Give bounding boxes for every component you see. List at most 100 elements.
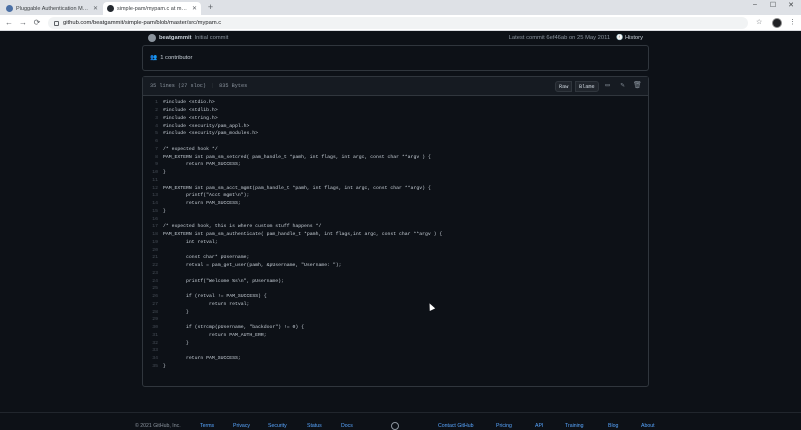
code-line: 26 if (retval != PAM_SUCCESS) { — [143, 293, 648, 301]
line-number[interactable]: 28 — [143, 310, 163, 315]
code-text: return PAM_SUCCESS; — [163, 356, 241, 362]
line-number[interactable]: 33 — [143, 348, 163, 353]
line-number[interactable]: 7 — [143, 147, 163, 152]
close-tab-icon[interactable]: ✕ — [93, 5, 98, 12]
reload-button[interactable]: ⟳ — [32, 18, 42, 28]
raw-button[interactable]: Raw — [555, 81, 573, 92]
committer-avatar[interactable] — [148, 34, 156, 42]
line-number[interactable]: 3 — [143, 116, 163, 121]
footer-link-status[interactable]: Status — [307, 423, 322, 429]
line-number[interactable]: 25 — [143, 286, 163, 291]
line-number[interactable]: 5 — [143, 131, 163, 136]
line-number[interactable]: 14 — [143, 201, 163, 206]
line-number[interactable]: 35 — [143, 364, 163, 369]
blame-button[interactable]: Blame — [575, 81, 599, 92]
history-label: History — [624, 35, 643, 41]
line-number[interactable]: 10 — [143, 170, 163, 175]
bookmark-star-icon[interactable]: ☆ — [756, 18, 762, 26]
code-text: #include <security/pam_appl.h> — [163, 123, 250, 129]
close-tab-icon[interactable]: ✕ — [192, 5, 197, 12]
line-number[interactable]: 17 — [143, 224, 163, 229]
line-number[interactable]: 29 — [143, 317, 163, 322]
footer-link-training[interactable]: Training — [565, 423, 584, 429]
latest-commit-bar: beatgammit Initial commit Latest commit … — [142, 31, 649, 45]
line-number[interactable]: 19 — [143, 240, 163, 245]
line-number[interactable]: 15 — [143, 209, 163, 214]
line-number[interactable]: 4 — [143, 124, 163, 129]
line-number[interactable]: 13 — [143, 193, 163, 198]
footer-link-privacy[interactable]: Privacy — [233, 423, 250, 429]
line-number[interactable]: 32 — [143, 341, 163, 346]
file-header: 35 lines (27 sloc) | 835 Bytes Raw Blame… — [143, 77, 648, 96]
footer-link-contact[interactable]: Contact GitHub — [438, 423, 473, 429]
code-text: if (strcmp(pUsername, "backdoor") != 0) … — [163, 325, 305, 331]
line-number[interactable]: 12 — [143, 186, 163, 191]
code-text: PAM_EXTERN int pam_sm_authenticate( pam_… — [163, 232, 443, 238]
footer-link-blog[interactable]: Blog — [608, 423, 618, 429]
line-number[interactable]: 23 — [143, 271, 163, 276]
line-number[interactable]: 18 — [143, 232, 163, 237]
address-bar[interactable]: github.com/beatgammit/simple-pam/blob/ma… — [48, 17, 748, 29]
maximize-button[interactable]: ☐ — [766, 1, 780, 9]
history-link[interactable]: 🕘 History — [616, 35, 643, 41]
code-line: 4 #include <security/pam_appl.h> — [143, 122, 648, 130]
footer-link-terms[interactable]: Terms — [200, 423, 214, 429]
line-number[interactable]: 22 — [143, 263, 163, 268]
forward-button[interactable]: → — [18, 18, 28, 28]
code-text: printf("Welcome %s\n", pUsername); — [163, 278, 284, 284]
latest-commit-text[interactable]: Latest commit 6ef46ab on 25 May 2011 — [509, 35, 610, 41]
line-number[interactable]: 31 — [143, 333, 163, 338]
code-line: 13 printf("Acct mgmt\n"); — [143, 192, 648, 200]
code-text: return retval; — [163, 301, 250, 307]
line-number[interactable]: 27 — [143, 302, 163, 307]
footer-link-security[interactable]: Security — [268, 423, 287, 429]
tab-pluggable-authentication[interactable]: Pluggable Authentication Modu... ✕ — [2, 2, 102, 15]
file-lines-info: 35 lines (27 sloc) — [150, 83, 207, 89]
line-number[interactable]: 9 — [143, 162, 163, 167]
desktop-icon[interactable]: ▭ — [603, 81, 612, 92]
browser-menu-icon[interactable]: ⋮ — [789, 18, 796, 26]
tab-title: Pluggable Authentication Modu... — [16, 5, 90, 12]
line-number[interactable]: 16 — [143, 217, 163, 222]
code-line: 35} — [143, 363, 648, 371]
github-logo-icon[interactable] — [391, 422, 399, 430]
people-icon: 👥 — [150, 55, 158, 61]
line-number[interactable]: 6 — [143, 139, 163, 144]
line-number[interactable]: 2 — [143, 108, 163, 113]
code-line: 29 — [143, 316, 648, 324]
line-number[interactable]: 30 — [143, 325, 163, 330]
code-line: 32 } — [143, 339, 648, 347]
commit-author[interactable]: beatgammit — [159, 35, 192, 41]
line-number[interactable]: 11 — [143, 178, 163, 183]
commit-message[interactable]: Initial commit — [195, 35, 229, 41]
tab-mypam-c[interactable]: simple-pam/mypam.c at master ✕ — [103, 2, 201, 15]
code-line: 14 return PAM_SUCCESS; — [143, 200, 648, 208]
contributors-label[interactable]: 1 contributor — [160, 55, 192, 61]
code-line: 34 return PAM_SUCCESS; — [143, 355, 648, 363]
code-text: return PAM_SUCCESS; — [163, 201, 241, 207]
code-text: int retval; — [163, 239, 218, 245]
trash-icon[interactable]: 🗑 — [633, 81, 642, 92]
line-number[interactable]: 20 — [143, 248, 163, 253]
tab-bar: Pluggable Authentication Modu... ✕ simpl… — [0, 0, 801, 15]
profile-avatar[interactable] — [772, 18, 782, 28]
new-tab-button[interactable]: + — [205, 2, 216, 13]
code-line: 12 PAM_EXTERN int pam_sm_acct_mgmt(pam_ha… — [143, 184, 648, 192]
minimize-button[interactable]: – — [748, 1, 762, 8]
close-window-button[interactable]: ✕ — [784, 1, 798, 9]
code-text: return PAM_AUTH_ERR; — [163, 332, 267, 338]
line-number[interactable]: 1 — [143, 100, 163, 105]
line-number[interactable]: 8 — [143, 155, 163, 160]
footer-link-api[interactable]: API — [535, 423, 543, 429]
back-button[interactable]: ← — [4, 18, 14, 28]
line-number[interactable]: 21 — [143, 255, 163, 260]
line-number[interactable]: 26 — [143, 294, 163, 299]
line-number[interactable]: 34 — [143, 356, 163, 361]
code-line: 21 const char* pUsername; — [143, 254, 648, 262]
footer-link-about[interactable]: About — [641, 423, 655, 429]
edit-pencil-icon[interactable]: ✎ — [618, 81, 627, 92]
line-number[interactable]: 24 — [143, 279, 163, 284]
footer-link-docs[interactable]: Docs — [341, 423, 353, 429]
footer-link-pricing[interactable]: Pricing — [496, 423, 512, 429]
code-line: 11 — [143, 177, 648, 185]
